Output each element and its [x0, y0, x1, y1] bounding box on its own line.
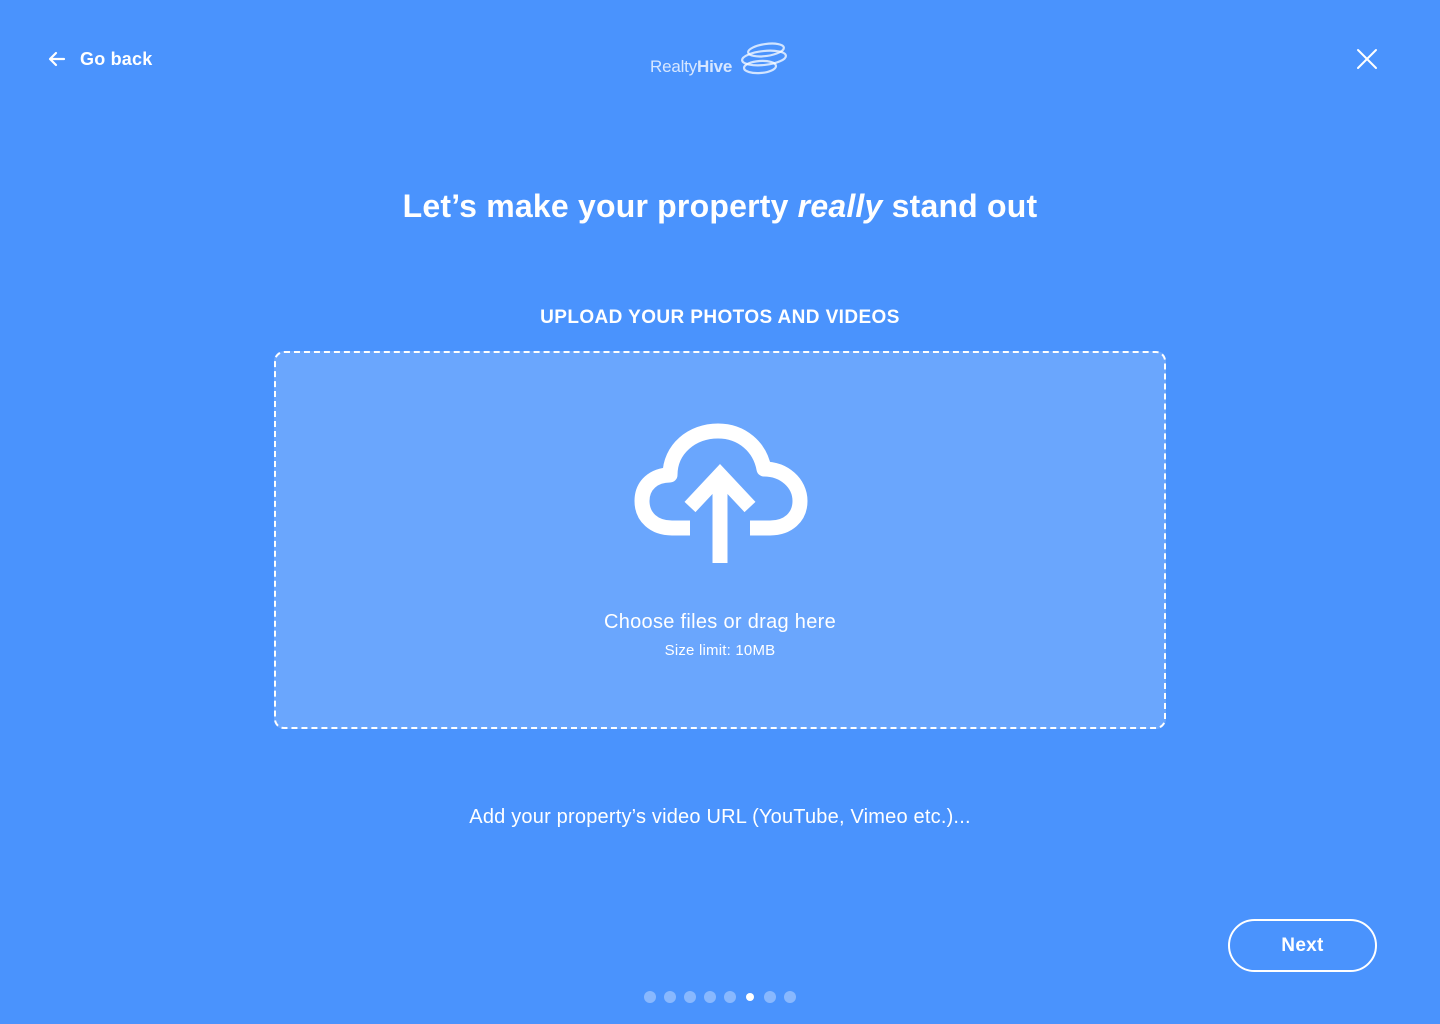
step-dot[interactable] [724, 991, 736, 1003]
realtyhive-logo: RealtyHive [648, 40, 794, 84]
close-icon [1352, 44, 1382, 74]
dropzone-primary-text: Choose files or drag here [603, 611, 837, 633]
title-start: Let’s make your property [402, 188, 798, 224]
video-url-input[interactable] [420, 800, 1020, 834]
close-button[interactable] [1352, 44, 1382, 74]
go-back-label: Go back [80, 48, 153, 69]
step-dot[interactable] [784, 991, 796, 1003]
cloud-upload-icon [630, 421, 810, 563]
upload-section-label: UPLOAD YOUR PHOTOS AND VIDEOS [540, 307, 900, 328]
logo-swirl-icon [738, 40, 792, 85]
logo-wordmark: RealtyHive [650, 57, 732, 77]
next-button[interactable]: Next [1228, 919, 1377, 972]
step-dot[interactable] [684, 991, 696, 1003]
file-dropzone[interactable]: Choose files or drag here Size limit: 10… [274, 351, 1166, 729]
go-back-link[interactable]: Go back [48, 46, 152, 72]
step-dot[interactable] [664, 991, 676, 1003]
logo-text-bold: Hive [697, 57, 733, 76]
logo-text-light: Realty [650, 57, 697, 76]
dropzone-size-limit: Size limit: 10MB [664, 642, 776, 659]
step-dot[interactable] [764, 991, 776, 1003]
step-progress-dots [644, 991, 796, 1003]
step-dot[interactable] [644, 991, 656, 1003]
title-emphasis: really [797, 188, 883, 224]
page-title: Let’s make your property really stand ou… [0, 188, 1440, 225]
arrow-left-icon [48, 51, 66, 67]
title-end: stand out [882, 188, 1038, 224]
step-dot-active[interactable] [746, 993, 754, 1001]
step-dot[interactable] [704, 991, 716, 1003]
